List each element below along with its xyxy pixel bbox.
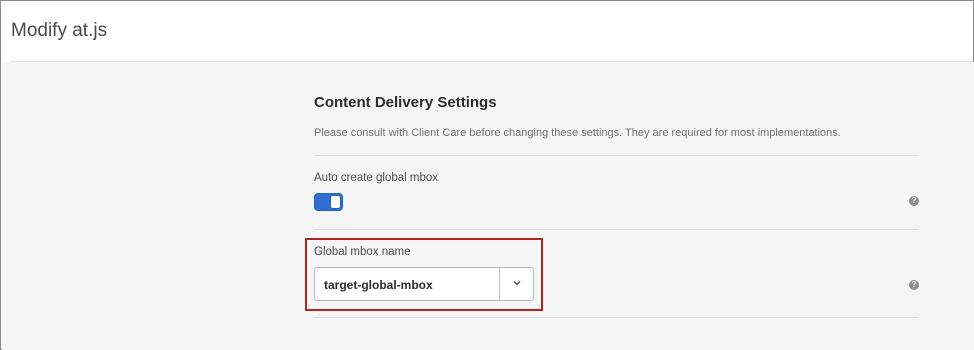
section-description: Please consult with Client Care before c… xyxy=(314,127,841,139)
highlight-box xyxy=(305,238,543,311)
toggle-knob xyxy=(330,195,341,209)
help-icon[interactable]: ? xyxy=(909,280,919,290)
help-icon[interactable]: ? xyxy=(909,196,919,206)
section-title: Content Delivery Settings xyxy=(314,94,497,111)
divider xyxy=(314,229,919,230)
auto-create-toggle[interactable] xyxy=(314,193,343,211)
auto-create-label: Auto create global mbox xyxy=(314,172,439,184)
page-title: Modify at.js xyxy=(11,20,108,41)
divider xyxy=(314,317,919,318)
page-header: Modify at.js xyxy=(1,1,973,62)
divider xyxy=(314,155,919,156)
window: Modify at.js Content Delivery Settings P… xyxy=(0,0,974,350)
